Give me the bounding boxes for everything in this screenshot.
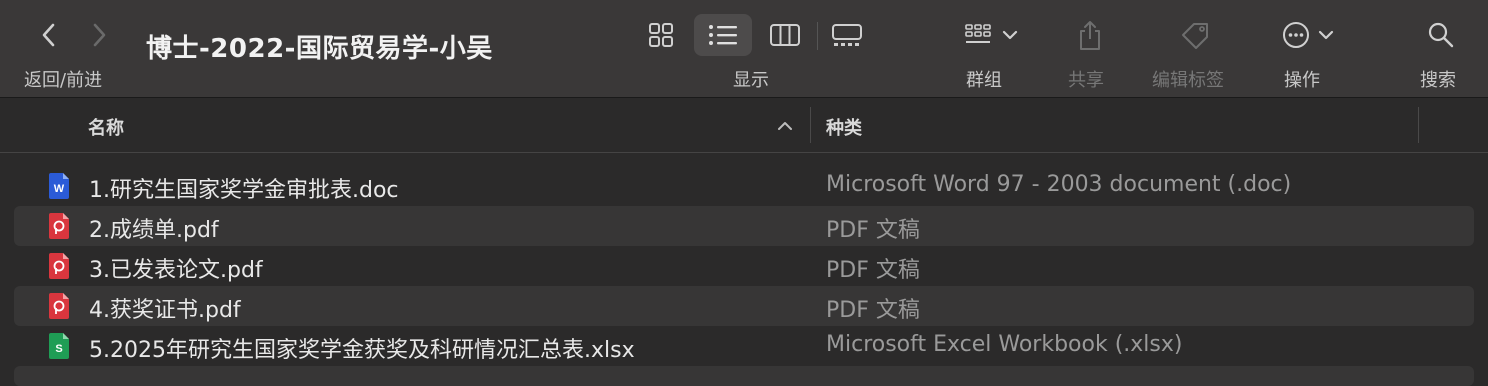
file-name: 2.成绩单.pdf (89, 218, 219, 243)
file-row[interactable]: S 5.2025年研究生国家奖学金获奖及科研情况汇总表.xlsx Microso… (14, 326, 1474, 366)
file-kind: PDF 文稿 (826, 258, 920, 283)
nav-label: 返回/前进 (24, 70, 103, 91)
svg-text:S: S (55, 343, 62, 355)
file-kind: Microsoft Excel Workbook (.xlsx) (826, 332, 1183, 357)
search-button[interactable] (1426, 16, 1456, 54)
file-row[interactable]: 2.成绩单.pdf PDF 文稿 (14, 206, 1474, 246)
file-kind: PDF 文稿 (826, 298, 920, 323)
search-label: 搜索 (1420, 70, 1456, 91)
file-kind: PDF 文稿 (826, 218, 920, 243)
magnifier-icon (1428, 22, 1454, 48)
chevron-down-icon (1002, 30, 1018, 40)
grid-icon (649, 23, 673, 47)
window-title: 博士-2022-国际贸易学-小吴 (146, 34, 493, 64)
file-name: 5.2025年研究生国家奖学金获奖及科研情况汇总表.xlsx (89, 338, 635, 363)
file-row[interactable]: W 1.研究生国家奖学金审批表.doc Microsoft Word 97 - … (14, 166, 1474, 206)
gallery-view-button[interactable] (818, 14, 876, 56)
file-row[interactable]: 4.获奖证书.pdf PDF 文稿 (14, 286, 1474, 326)
column-name-header[interactable]: 名称 (88, 114, 124, 140)
pdf-icon (49, 253, 69, 279)
edit-tags-button[interactable] (1178, 16, 1214, 54)
group-grid-icon (965, 24, 991, 43)
svg-text:W: W (54, 183, 65, 195)
chevron-down-icon (1318, 30, 1334, 40)
gallery-icon (832, 24, 862, 46)
pdf-icon (49, 213, 69, 239)
share-icon (1080, 21, 1100, 50)
column-kind-header[interactable]: 种类 (826, 114, 862, 140)
group-button[interactable] (958, 16, 1024, 54)
file-kind: Microsoft Word 97 - 2003 document (.doc) (826, 172, 1292, 197)
column-view-button[interactable] (756, 14, 814, 56)
empty-row (14, 366, 1474, 386)
edit-tags-label: 编辑标签 (1152, 70, 1224, 91)
ellipsis-circle-icon (1283, 22, 1309, 48)
action-button[interactable] (1278, 16, 1338, 54)
view-label: 显示 (733, 70, 769, 91)
column-header: 名称 种类 (0, 99, 1488, 153)
chevron-right-icon (93, 23, 106, 47)
group-label: 群组 (966, 70, 1002, 91)
chevron-left-icon (42, 23, 55, 47)
sort-ascending-icon[interactable] (776, 117, 794, 136)
pdf-icon (49, 293, 69, 319)
share-label: 共享 (1068, 70, 1104, 91)
file-name: 1.研究生国家奖学金审批表.doc (89, 178, 399, 203)
file-name: 3.已发表论文.pdf (89, 258, 263, 283)
action-label: 操作 (1284, 70, 1320, 91)
list-icon (709, 25, 737, 45)
toolbar: 返回/前进 博士-2022-国际贸易学-小吴 显示 群组 共享 编辑标签 操作 … (0, 0, 1488, 98)
forward-button[interactable] (82, 18, 116, 52)
column-divider[interactable] (810, 107, 811, 143)
word-doc-icon: W (49, 173, 69, 199)
share-button[interactable] (1076, 16, 1104, 54)
tag-icon (1182, 23, 1208, 49)
file-name: 4.获奖证书.pdf (89, 298, 241, 323)
column-divider[interactable] (1418, 107, 1419, 143)
back-button[interactable] (32, 18, 66, 52)
columns-icon (770, 24, 800, 46)
list-view-button[interactable] (694, 14, 752, 56)
excel-xlsx-icon: S (49, 333, 69, 359)
icon-view-button[interactable] (632, 14, 690, 56)
file-row[interactable]: 3.已发表论文.pdf PDF 文稿 (14, 246, 1474, 286)
